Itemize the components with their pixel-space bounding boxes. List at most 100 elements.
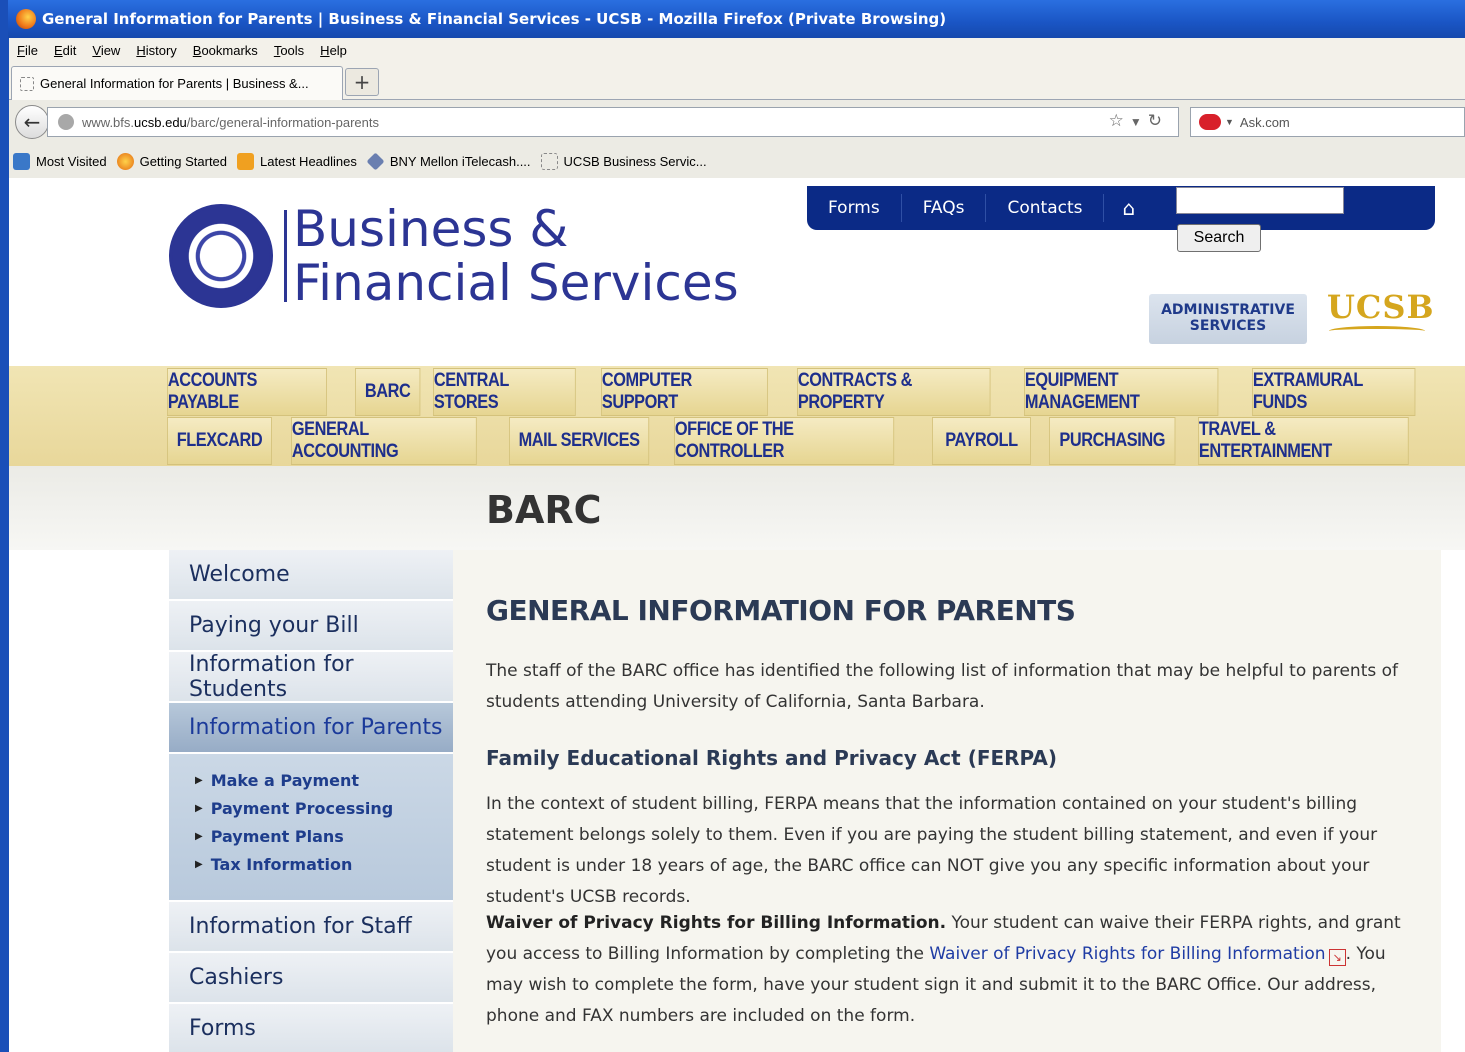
bookmark-label: BNY Mellon iTelecash.... [389, 153, 531, 169]
dept-central-stores[interactable]: CENTRAL STORES [433, 368, 576, 416]
ucsb-logo[interactable]: UCSB [1327, 288, 1435, 326]
topnav-contacts[interactable]: Contacts [986, 194, 1105, 222]
search-engine-box[interactable]: ▼ Ask.com [1190, 107, 1465, 137]
menu-tools[interactable]: Tools [274, 43, 304, 58]
dept-payroll[interactable]: PAYROLL [932, 417, 1031, 465]
back-button[interactable]: ← [15, 105, 49, 139]
bookmarks-toolbar: Most Visited Getting Started Latest Head… [9, 144, 1465, 178]
globe-icon [58, 114, 74, 130]
ferpa-heading: Family Educational Rights and Privacy Ac… [486, 746, 1057, 770]
menu-view[interactable]: View [92, 43, 120, 58]
subnav-item-tax-information[interactable]: ▶ Tax Information [195, 850, 453, 878]
intro-paragraph: The staff of the BARC office has identif… [486, 661, 1399, 712]
bookmark-label: Getting Started [139, 153, 228, 169]
url-domain: ucsb.edu [134, 114, 187, 130]
reload-icon[interactable]: ↻ [1148, 111, 1168, 130]
department-nav-row-2: FLEXCARD GENERAL ACCOUNTING MAIL SERVICE… [167, 417, 1445, 465]
waiver-form-link[interactable]: Waiver of Privacy Rights for Billing Inf… [929, 944, 1325, 964]
pdf-icon[interactable]: ↘ [1328, 949, 1346, 966]
menu-history[interactable]: History [136, 43, 176, 58]
subnav-item-make-a-payment[interactable]: ▶ Make a Payment [195, 766, 453, 794]
browser-tab[interactable]: General Information for Parents | Busine… [11, 66, 343, 100]
tab-bar: General Information for Parents | Busine… [9, 62, 1465, 100]
menu-bar: File Edit View History Bookmarks Tools H… [9, 38, 1465, 62]
page-icon [540, 152, 558, 170]
logo-line-1: Business & [293, 200, 569, 258]
window-frame [0, 38, 9, 1052]
admin-badge-line-1: ADMINISTRATIVE [1161, 302, 1295, 318]
bookmark-most-visited[interactable]: Most Visited [13, 152, 107, 170]
bookmark-ucsb-business[interactable]: UCSB Business Servic... [540, 152, 707, 170]
logo-line-2: Financial Services [293, 254, 739, 312]
site-search-input[interactable] [1176, 187, 1344, 214]
window-titlebar: General Information for Parents | Busine… [0, 0, 1465, 38]
subnav-label: Payment Processing [210, 798, 394, 818]
dept-barc[interactable]: BARC [355, 368, 421, 416]
menu-help[interactable]: Help [320, 43, 347, 58]
navigation-toolbar: ← www.bfs. ucsb.edu/barc/general-informat… [9, 100, 1465, 144]
dept-contracts-property[interactable]: CONTRACTS & PROPERTY [797, 368, 991, 416]
bfs-logo-text[interactable]: Business & Financial Services [293, 202, 739, 310]
triangle-right-icon: ▶ [195, 774, 203, 786]
bookmark-getting-started[interactable]: Getting Started [116, 152, 228, 170]
sidebar-item-cashiers[interactable]: Cashiers [169, 953, 453, 1002]
dept-office-of-the-controller[interactable]: OFFICE OF THE CONTROLLER [674, 417, 895, 465]
topnav-faqs[interactable]: FAQs [902, 194, 987, 222]
window-title: General Information for Parents | Busine… [42, 10, 947, 28]
subnav-item-payment-processing[interactable]: ▶ Payment Processing [195, 794, 453, 822]
url-bar[interactable]: www.bfs. ucsb.edu/barc/general-informatio… [47, 107, 1179, 137]
waiver-paragraph: Waiver of Privacy Rights for Billing Inf… [486, 908, 1426, 1032]
bookmark-latest-headlines[interactable]: Latest Headlines [237, 152, 357, 170]
department-nav-row-1: ACCOUNTS PAYABLE BARC CENTRAL STORES COM… [167, 368, 1444, 416]
url-prefix: www.bfs. [82, 114, 135, 130]
dept-purchasing[interactable]: PURCHASING [1049, 417, 1176, 465]
subnav-item-payment-plans[interactable]: ▶ Payment Plans [195, 822, 453, 850]
section-title-band [9, 466, 1465, 550]
administrative-services-badge[interactable]: ADMINISTRATIVE SERVICES [1149, 294, 1307, 344]
most-visited-icon [13, 152, 30, 170]
menu-edit[interactable]: Edit [54, 43, 76, 58]
url-path: /barc/general-information-parents [186, 114, 379, 130]
dept-flexcard[interactable]: FLEXCARD [167, 417, 272, 465]
subnav-label: Payment Plans [210, 826, 344, 846]
home-icon[interactable]: ⌂ [1104, 196, 1153, 220]
top-navigation: Forms FAQs Contacts ⌂ [807, 186, 1435, 230]
logo-divider [284, 210, 287, 302]
triangle-right-icon: ▶ [195, 830, 203, 842]
topnav-forms[interactable]: Forms [807, 194, 902, 222]
page-icon [20, 76, 34, 91]
ucsb-logo-swoosh [1329, 326, 1425, 336]
dept-equipment-management[interactable]: EQUIPMENT MANAGEMENT [1024, 368, 1219, 416]
sidebar-item-welcome[interactable]: Welcome [169, 550, 453, 599]
dept-travel-entertainment[interactable]: TRAVEL & ENTERTAINMENT [1198, 417, 1409, 465]
dept-accounts-payable[interactable]: ACCOUNTS PAYABLE [167, 368, 327, 416]
bookmark-label: Most Visited [36, 153, 107, 169]
bookmark-star-icon[interactable]: ☆ [1109, 111, 1130, 130]
dept-computer-support[interactable]: COMPUTER SUPPORT [601, 368, 768, 416]
dropdown-arrow-icon[interactable]: ▼ [1130, 115, 1148, 129]
sidebar-item-information-for-students[interactable]: Information for Students [169, 652, 453, 702]
dept-mail-services[interactable]: MAIL SERVICES [509, 417, 650, 465]
site-search-button[interactable]: Search [1177, 224, 1261, 252]
ask-icon[interactable] [1199, 114, 1221, 130]
sidebar-item-forms[interactable]: Forms [169, 1004, 453, 1052]
search-engine-label: Ask.com [1239, 114, 1290, 130]
bookmark-bny-mellon[interactable]: BNY Mellon iTelecash.... [366, 151, 531, 171]
sidebar-nav: Welcome Paying your Bill Information for… [169, 550, 471, 1052]
menu-bookmarks[interactable]: Bookmarks [193, 43, 258, 58]
main-content: GENERAL INFORMATION FOR PARENTS The staf… [453, 550, 1441, 1052]
dept-extramural-funds[interactable]: EXTRAMURAL FUNDS [1252, 368, 1416, 416]
uc-seal-logo[interactable] [169, 204, 273, 308]
sidebar-item-information-for-staff[interactable]: Information for Staff [169, 902, 453, 951]
firefox-icon [116, 152, 134, 170]
section-title: BARC [486, 488, 602, 532]
new-tab-button[interactable]: + [345, 68, 379, 96]
web-page: Business & Financial Services Forms FAQs… [9, 178, 1465, 1052]
page-heading: GENERAL INFORMATION FOR PARENTS [486, 594, 1076, 627]
sidebar-item-information-for-parents[interactable]: Information for Parents [169, 703, 471, 752]
menu-file[interactable]: File [17, 43, 38, 58]
sidebar-item-paying-your-bill[interactable]: Paying your Bill [169, 601, 453, 650]
dept-general-accounting[interactable]: GENERAL ACCOUNTING [291, 417, 477, 465]
search-dropdown-icon[interactable]: ▼ [1225, 117, 1234, 127]
triangle-right-icon: ▶ [195, 858, 203, 870]
